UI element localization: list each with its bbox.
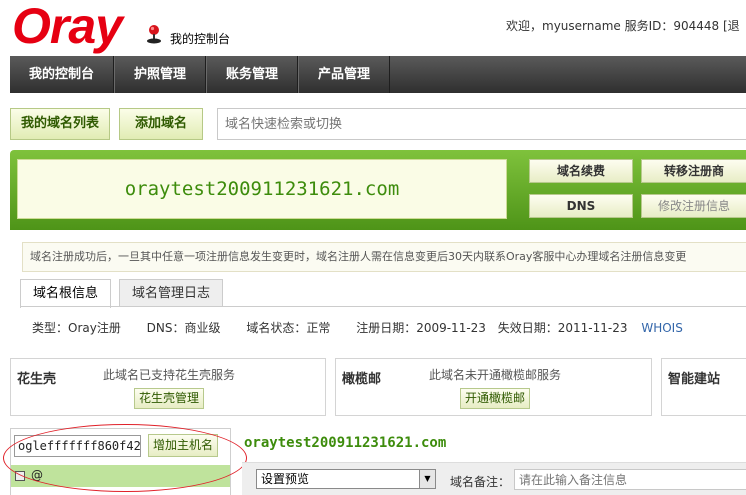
- domain-info-row: 类型：Oray注册 DNS：商业级 域名状态：正常 注册日期：2009-11-2…: [32, 319, 705, 336]
- domain-name-display: oraytest200911231621.com: [17, 159, 507, 219]
- registration-notice: 域名注册成功后，一旦其中任意一项注册信息发生变更时，域名注册人需在信息变更后30…: [22, 242, 746, 272]
- nav-passport[interactable]: 护照管理: [114, 56, 207, 93]
- dns-button[interactable]: DNS: [529, 194, 633, 218]
- console-label: 我的控制台: [170, 32, 231, 46]
- service-olive-mail: 橄榄邮 此域名未开通橄榄邮服务 开通橄榄邮: [335, 358, 652, 416]
- info-status: 域名状态：正常: [246, 321, 331, 335]
- nav-billing[interactable]: 账务管理: [206, 56, 299, 93]
- domain-note-label: 域名备注：: [450, 475, 511, 489]
- tab-divider: [20, 306, 746, 307]
- oray-logo[interactable]: Oray: [12, 0, 123, 54]
- info-reg-date: 注册日期：2009-11-23: [356, 321, 486, 335]
- peanut-shell-manage-button[interactable]: 花生壳管理: [134, 388, 205, 409]
- modify-registration-button[interactable]: 修改注册信息: [641, 194, 746, 218]
- open-olive-mail-button[interactable]: 开通橄榄邮: [460, 388, 531, 409]
- whois-link[interactable]: WHOIS: [641, 321, 683, 335]
- tab-domain-root-info[interactable]: 域名根信息: [20, 279, 112, 308]
- main-nav: 我的控制台 护照管理 账务管理 产品管理: [10, 56, 746, 93]
- info-dns: DNS：商业级: [146, 321, 221, 335]
- service-desc: 此域名已支持花生壳服务: [103, 368, 236, 382]
- service-title: 智能建站: [668, 372, 721, 387]
- logo-text: Oray: [12, 0, 123, 54]
- add-domain-button[interactable]: 添加域名: [119, 108, 204, 140]
- transfer-registrar-button[interactable]: 转移注册商: [641, 159, 746, 183]
- domain-search-input[interactable]: [217, 108, 746, 140]
- service-title: 花生壳: [17, 372, 57, 387]
- service-title: 橄榄邮: [342, 372, 382, 387]
- console-icon: [147, 25, 161, 44]
- dropdown-arrow-icon[interactable]: ▼: [419, 470, 435, 488]
- preview-settings-select[interactable]: 设置预览 ▼: [256, 469, 436, 489]
- domain-note-input[interactable]: [514, 469, 746, 490]
- select-value: 设置预览: [261, 472, 310, 486]
- tab-domain-management-log[interactable]: 域名管理日志: [119, 279, 224, 307]
- detail-domain-title: oraytest200911231621.com: [244, 435, 447, 451]
- renew-domain-button[interactable]: 域名续费: [529, 159, 633, 183]
- highlight-ellipse: [3, 424, 247, 492]
- service-desc: 此域名未开通橄榄邮服务: [429, 368, 562, 382]
- service-peanut-shell: 花生壳 此域名已支持花生壳服务 花生壳管理: [10, 358, 326, 416]
- info-type: 类型：Oray注册: [32, 321, 121, 335]
- info-exp-date: 失效日期：2011-11-23: [497, 321, 628, 335]
- welcome-text: 欢迎，myusername 服务ID：904448 [退: [506, 19, 740, 33]
- domain-panel: oraytest200911231621.com 域名续费 转移注册商 DNS …: [10, 150, 746, 230]
- nav-products[interactable]: 产品管理: [298, 56, 391, 93]
- service-smart-site: 智能建站: [661, 358, 746, 416]
- my-domain-list-button[interactable]: 我的域名列表: [10, 108, 111, 140]
- nav-my-console[interactable]: 我的控制台: [10, 56, 115, 93]
- detail-toolbar: 设置预览 ▼ 域名备注：: [242, 462, 746, 495]
